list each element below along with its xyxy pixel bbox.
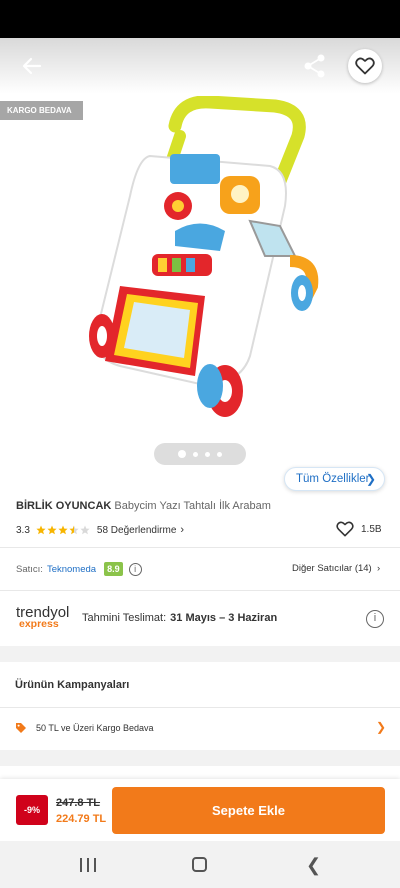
divider xyxy=(0,707,400,708)
tag-icon xyxy=(16,723,26,733)
system-back-icon[interactable]: ❮ xyxy=(306,856,321,874)
arrow-left-icon xyxy=(22,57,42,75)
other-sellers-label: Diğer Satıcılar (14) xyxy=(292,563,372,574)
home-icon[interactable] xyxy=(192,857,207,872)
star-icon xyxy=(58,525,68,535)
rating-row[interactable]: 3.3 58 Değerlendirme › xyxy=(16,523,184,537)
back-button[interactable] xyxy=(18,52,46,80)
chevron-right-icon: › xyxy=(374,563,381,574)
campaign-label: 50 TL ve Üzeri Kargo Bedava xyxy=(36,723,154,733)
favorite-count-value: 1.5B xyxy=(361,523,382,535)
all-features-button[interactable]: Tüm Özellikler ❯ xyxy=(284,467,385,491)
delivery-estimate: Tahmini Teslimat: 31 Mayıs – 3 Haziran xyxy=(82,612,277,624)
star-half-icon xyxy=(69,525,79,535)
campaigns-section xyxy=(0,662,400,750)
pagination-dot[interactable] xyxy=(217,451,222,457)
add-to-cart-button[interactable]: Sepete Ekle xyxy=(112,787,385,834)
favorite-button[interactable] xyxy=(348,49,382,83)
delivery-row: trendyol express Tahmini Teslimat: 31 May… xyxy=(16,604,386,632)
old-price: 247.8 TL xyxy=(56,797,101,809)
star-icon xyxy=(47,525,57,535)
status-bar xyxy=(0,0,400,38)
gallery-pagination[interactable] xyxy=(154,443,246,465)
review-count-link[interactable]: 58 Değerlendirme xyxy=(97,525,177,536)
discount-badge: -9% xyxy=(16,795,48,825)
seller-score-badge: 8.9 xyxy=(104,562,123,576)
seller-name-link[interactable]: Teknomeda xyxy=(47,564,96,575)
chevron-right-icon[interactable]: ❯ xyxy=(376,720,386,734)
delivery-dates: 31 Mayıs – 3 Haziran xyxy=(170,612,278,624)
product-image xyxy=(89,96,319,417)
campaigns-title: Ürünün Kampanyaları xyxy=(15,679,130,691)
rating-stars xyxy=(36,525,91,535)
cargo-free-badge: KARGO BEDAVA xyxy=(0,101,83,120)
all-features-label: Tüm Özellikler xyxy=(296,473,370,485)
current-price: 224.79 TL xyxy=(56,813,107,825)
product-header xyxy=(0,38,400,94)
seller-label: Satıcı: xyxy=(16,563,43,575)
trendyol-express-logo: trendyol express xyxy=(16,605,72,630)
rating-value: 3.3 xyxy=(16,524,30,536)
campaign-item[interactable]: 50 TL ve Üzeri Kargo Bedava xyxy=(15,720,385,736)
delivery-label: Tahmini Teslimat: xyxy=(82,612,167,624)
pagination-dot[interactable] xyxy=(205,451,210,457)
share-icon xyxy=(304,54,325,78)
favorite-count[interactable]: 1.5B xyxy=(336,521,382,537)
heart-icon xyxy=(355,57,375,75)
info-icon[interactable]: i xyxy=(128,562,142,576)
product-name: Babycim Yazı Tahtalı İlk Arabam xyxy=(114,500,271,512)
info-icon[interactable]: i xyxy=(366,610,384,628)
other-sellers-link[interactable]: Diğer Satıcılar (14) › xyxy=(292,563,380,574)
chevron-right-icon: ❯ xyxy=(365,472,376,486)
chevron-right-icon: › xyxy=(180,524,185,536)
product-brand: BİRLİK OYUNCAK xyxy=(16,500,112,512)
recent-apps-icon[interactable] xyxy=(80,858,96,872)
pagination-dot[interactable] xyxy=(193,451,198,457)
share-button[interactable] xyxy=(302,52,328,80)
divider xyxy=(0,547,400,548)
heart-icon xyxy=(336,521,354,537)
star-icon xyxy=(36,525,46,535)
pagination-dot-active[interactable] xyxy=(178,450,186,458)
star-empty-icon xyxy=(80,525,90,535)
divider xyxy=(0,590,400,591)
product-title: BİRLİK OYUNCAK Babycim Yazı Tahtalı İlk … xyxy=(16,499,386,513)
